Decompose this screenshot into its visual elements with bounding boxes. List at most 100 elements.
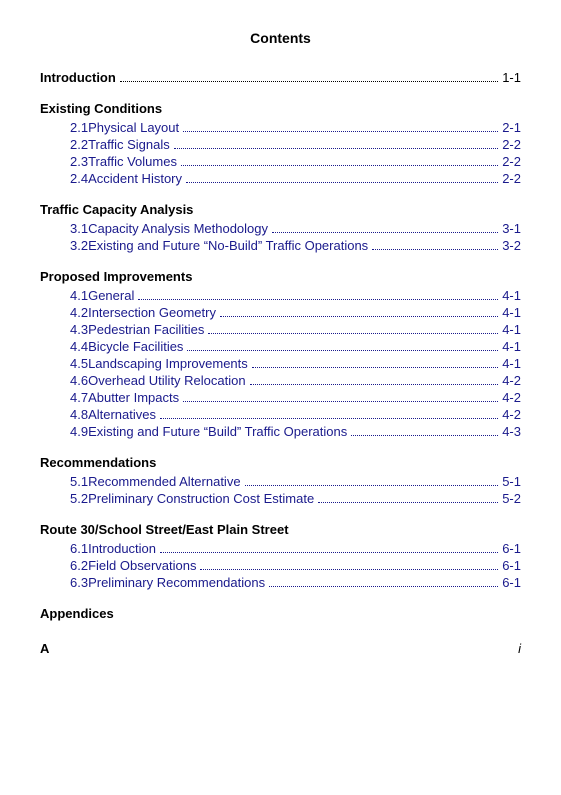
- toc-dots: [208, 333, 498, 334]
- toc-dots: [174, 148, 498, 149]
- toc-number: 2.4: [40, 171, 88, 186]
- toc-entry: 4.7Abutter Impacts4-2: [40, 390, 521, 405]
- toc-entry: 4.2Intersection Geometry 4-1: [40, 305, 521, 320]
- toc-page: 4-3: [502, 424, 521, 439]
- toc-entry: 2.3Traffic Volumes 2-2: [40, 154, 521, 169]
- toc-number: 2.1: [40, 120, 88, 135]
- toc-dots: [252, 367, 498, 368]
- toc-number: 4.4: [40, 339, 88, 354]
- toc-title: Traffic Volumes: [88, 154, 177, 169]
- toc-title: Intersection Geometry: [88, 305, 216, 320]
- toc-title: Physical Layout: [88, 120, 179, 135]
- toc-page: 3-1: [502, 221, 521, 236]
- section-heading: Appendices: [40, 606, 521, 621]
- toc-dots: [181, 165, 498, 166]
- toc-dots: [250, 384, 499, 385]
- toc-page: 4-2: [502, 390, 521, 405]
- toc-number: 5.2: [40, 491, 88, 506]
- toc-page: 4-1: [502, 356, 521, 371]
- toc-sections: Existing Conditions 2.1Physical Layout 2-1…: [40, 101, 521, 621]
- toc-dots: [351, 435, 498, 436]
- toc-dots: [187, 350, 498, 351]
- toc-title: Overhead Utility Relocation: [88, 373, 246, 388]
- toc-dots: [220, 316, 498, 317]
- intro-title: Introduction: [40, 70, 116, 85]
- footer-right: i: [518, 641, 521, 656]
- toc-number: 3.1: [40, 221, 88, 236]
- intro-entry: Introduction 1-1: [40, 70, 521, 85]
- toc-entry: 4.6Overhead Utility Relocation 4-2: [40, 373, 521, 388]
- toc-title: Existing and Future “No-Build” Traffic O…: [88, 238, 368, 253]
- toc-number: 2.3: [40, 154, 88, 169]
- toc-page: 4-1: [502, 322, 521, 337]
- toc-entry: 6.1Introduction 6-1: [40, 541, 521, 556]
- toc-page: 5-1: [502, 474, 521, 489]
- toc-entry: 4.1General4-1: [40, 288, 521, 303]
- toc-page: 4-1: [502, 305, 521, 320]
- toc-dots: [372, 249, 498, 250]
- toc-dots: [186, 182, 498, 183]
- toc-page: 2-1: [502, 120, 521, 135]
- page-title: Contents: [40, 30, 521, 46]
- toc-page: 4-1: [502, 339, 521, 354]
- section-heading: Traffic Capacity Analysis: [40, 202, 521, 217]
- toc-number: 4.8: [40, 407, 88, 422]
- toc-title: Preliminary Construction Cost Estimate: [88, 491, 314, 506]
- toc-number: 4.5: [40, 356, 88, 371]
- toc-entry: 6.3Preliminary Recommendations6-1: [40, 575, 521, 590]
- section-heading: Proposed Improvements: [40, 269, 521, 284]
- toc-title: Pedestrian Facilities: [88, 322, 204, 337]
- toc-entry: 2.1Physical Layout 2-1: [40, 120, 521, 135]
- toc-number: 2.2: [40, 137, 88, 152]
- toc-entry: 5.2Preliminary Construction Cost Estimat…: [40, 491, 521, 506]
- toc-page: 6-1: [502, 575, 521, 590]
- toc-dots: [138, 299, 498, 300]
- toc-number: 3.2: [40, 238, 88, 253]
- toc-page: 4-1: [502, 288, 521, 303]
- toc-page: 5-2: [502, 491, 521, 506]
- toc-entry: 5.1Recommended Alternative 5-1: [40, 474, 521, 489]
- toc-number: 5.1: [40, 474, 88, 489]
- intro-page: 1-1: [502, 70, 521, 85]
- toc-entry: 2.2Traffic Signals2-2: [40, 137, 521, 152]
- section-heading: Existing Conditions: [40, 101, 521, 116]
- toc-entry: 4.4Bicycle Facilities 4-1: [40, 339, 521, 354]
- toc-title: Preliminary Recommendations: [88, 575, 265, 590]
- section-heading: Route 30/School Street/East Plain Street: [40, 522, 521, 537]
- section-heading: Recommendations: [40, 455, 521, 470]
- toc-page: 4-2: [502, 373, 521, 388]
- footer-left: A: [40, 641, 49, 656]
- toc-title: Capacity Analysis Methodology: [88, 221, 268, 236]
- toc-title: Accident History: [88, 171, 182, 186]
- footer: A i: [40, 641, 521, 656]
- toc-page: 6-1: [502, 541, 521, 556]
- toc-dots: [269, 586, 498, 587]
- toc-number: 4.9: [40, 424, 88, 439]
- toc-number: 4.6: [40, 373, 88, 388]
- toc-title: Landscaping Improvements: [88, 356, 248, 371]
- toc-entry: 6.2Field Observations6-1: [40, 558, 521, 573]
- toc-entry: 3.2Existing and Future “No-Build” Traffi…: [40, 238, 521, 253]
- toc-number: 4.1: [40, 288, 88, 303]
- toc-title: Recommended Alternative: [88, 474, 240, 489]
- toc-dots: [183, 401, 498, 402]
- toc-entry: 4.3Pedestrian Facilities 4-1: [40, 322, 521, 337]
- toc-number: 6.2: [40, 558, 88, 573]
- toc-number: 4.3: [40, 322, 88, 337]
- toc-page: 2-2: [502, 154, 521, 169]
- toc-page: 3-2: [502, 238, 521, 253]
- toc-title: Alternatives: [88, 407, 156, 422]
- toc-entry: 4.5Landscaping Improvements 4-1: [40, 356, 521, 371]
- toc-dots: [183, 131, 498, 132]
- toc-entry: 4.9Existing and Future “Build” Traffic O…: [40, 424, 521, 439]
- toc-title: Bicycle Facilities: [88, 339, 183, 354]
- toc-number: 4.2: [40, 305, 88, 320]
- toc-number: 6.1: [40, 541, 88, 556]
- toc-title: Introduction: [88, 541, 156, 556]
- toc-entry: 3.1Capacity Analysis Methodology 3-1: [40, 221, 521, 236]
- toc-entry: 2.4Accident History2-2: [40, 171, 521, 186]
- toc-dots: [318, 502, 498, 503]
- intro-dots: [120, 81, 498, 82]
- toc-entry: 4.8Alternatives4-2: [40, 407, 521, 422]
- toc-title: Traffic Signals: [88, 137, 170, 152]
